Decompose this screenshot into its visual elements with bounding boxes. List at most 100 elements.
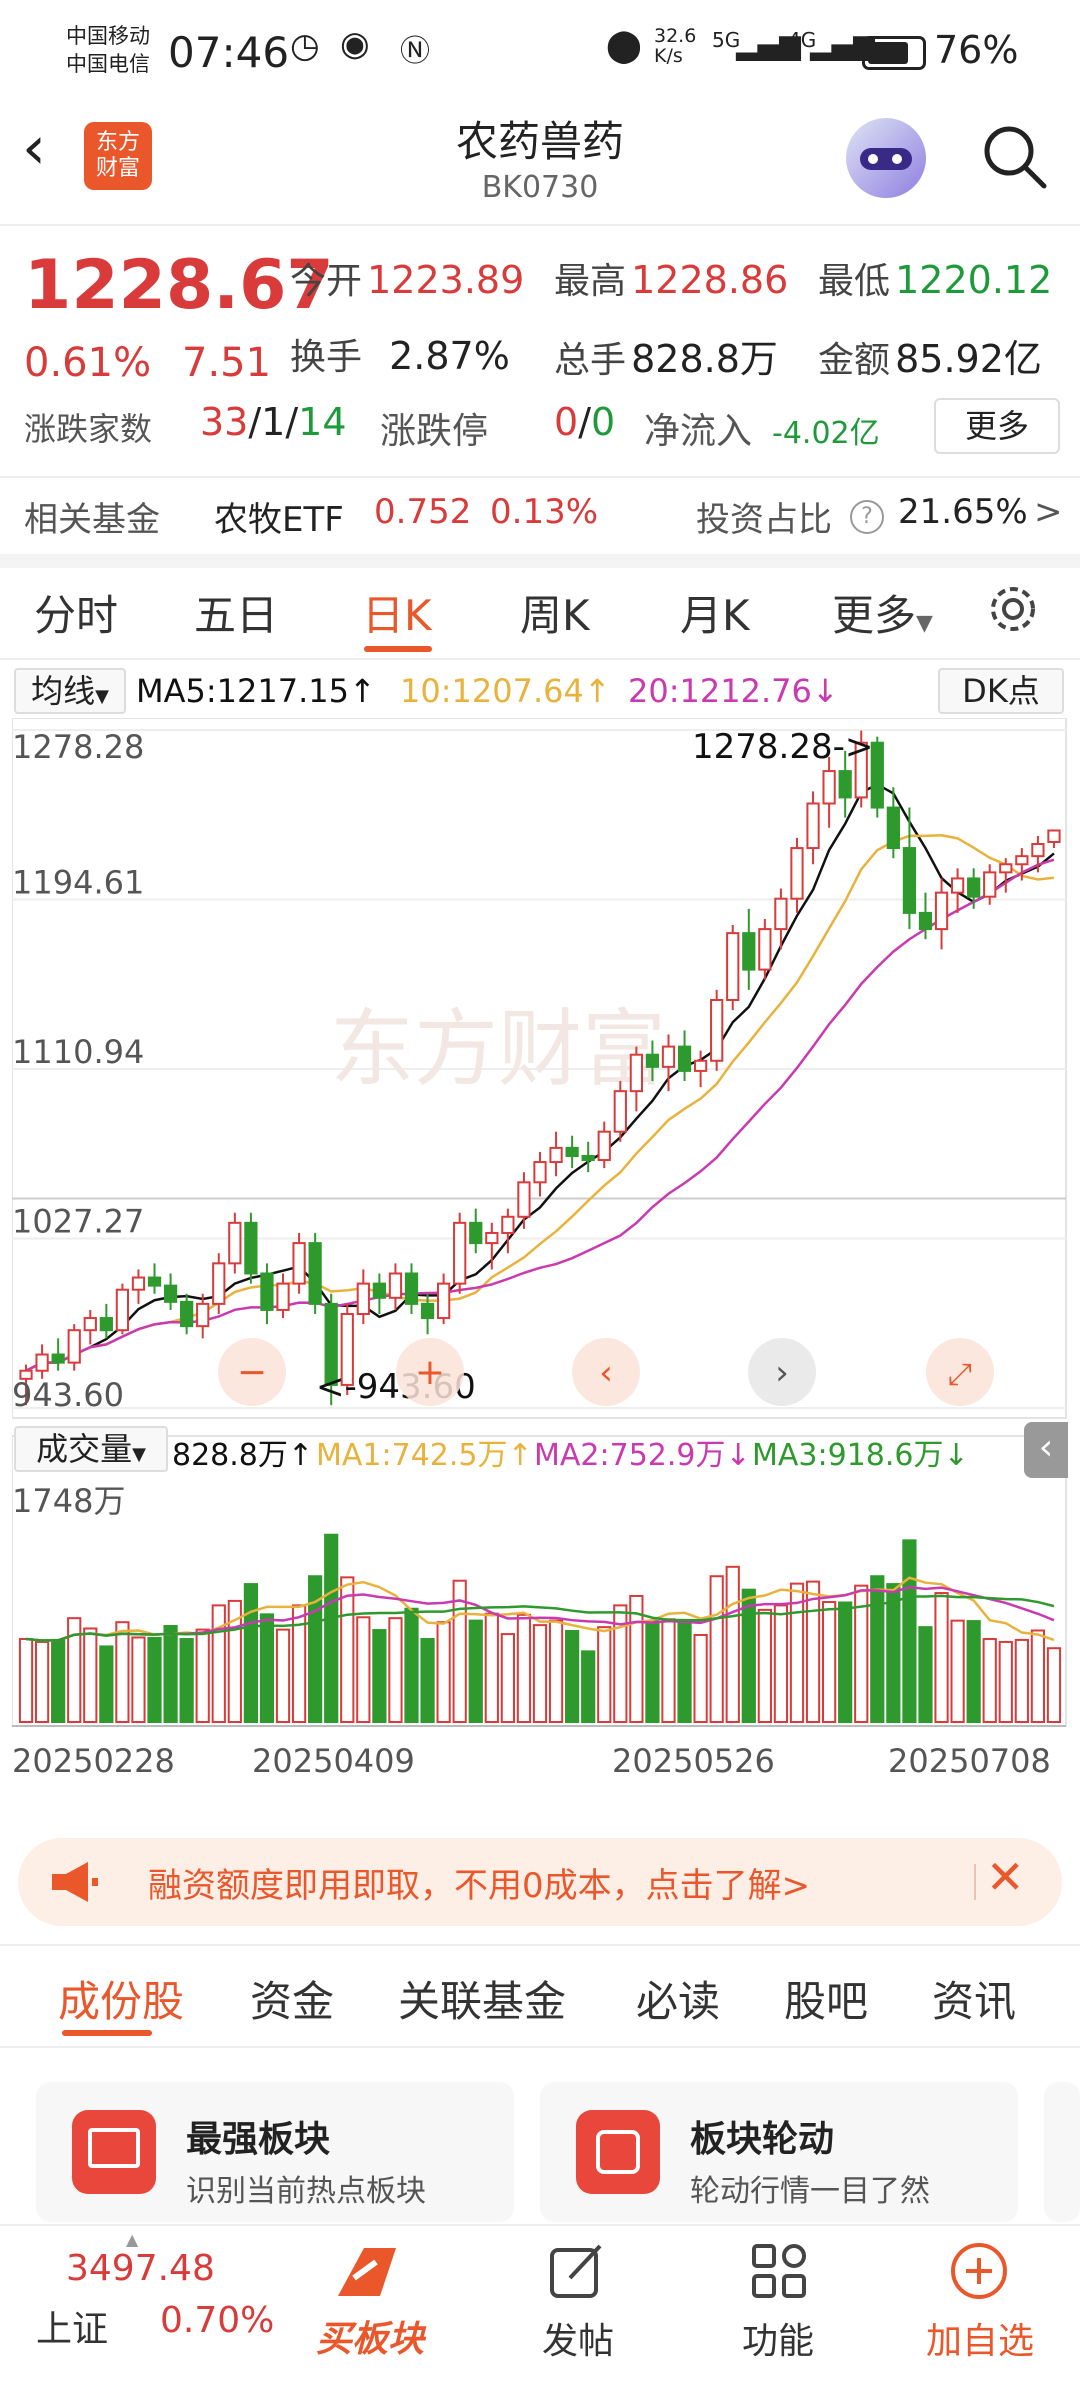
ma-selector[interactable]: 均线▼ bbox=[14, 668, 126, 714]
card-sub-rotation: 轮动行情一目了然 bbox=[690, 2174, 930, 2209]
candle bbox=[147, 1276, 162, 1287]
candle bbox=[83, 1317, 97, 1332]
functions-label[interactable]: 功能 bbox=[678, 2312, 878, 2364]
help-icon[interactable]: ? bbox=[850, 500, 884, 534]
promo-banner[interactable]: 融资额度即用即取，不用0成本，点击了解> ✕ bbox=[18, 1838, 1062, 1926]
volume-bar bbox=[934, 1592, 949, 1723]
breadth-down: 14 bbox=[298, 400, 347, 444]
next-card-peek[interactable] bbox=[1044, 2082, 1080, 2222]
sector-rotation-card[interactable]: 板块轮动 轮动行情一目了然 bbox=[540, 2082, 1018, 2222]
tab-intraday[interactable]: 分时 bbox=[34, 582, 118, 643]
tab-news[interactable]: 资讯 bbox=[932, 1968, 1016, 2029]
add-watchlist-icon[interactable] bbox=[948, 2240, 1010, 2302]
tab-funds-flow[interactable]: 资金 bbox=[250, 1968, 334, 2029]
eye-icon: ◉ bbox=[340, 24, 370, 64]
volume-bar bbox=[918, 1626, 933, 1723]
tab-five-day[interactable]: 五日 bbox=[194, 582, 278, 643]
volume-bar bbox=[340, 1576, 355, 1723]
amount-stat: 金额 85.92亿 bbox=[818, 328, 1042, 383]
buy-sector-label[interactable]: 买板块 bbox=[316, 2310, 424, 2362]
close-icon[interactable]: ✕ bbox=[986, 1850, 1025, 1904]
volume-bar bbox=[356, 1616, 371, 1724]
low-label: 最低 bbox=[818, 261, 891, 302]
candle bbox=[1015, 855, 1029, 866]
volume-bar bbox=[532, 1624, 548, 1723]
quote-divider bbox=[0, 476, 1080, 478]
watermark: 东方财富 bbox=[330, 1002, 666, 1096]
tab-constituents[interactable]: 成份股 bbox=[58, 1968, 184, 2029]
tab-more[interactable]: 更多▼ bbox=[832, 582, 933, 643]
volume-bar bbox=[468, 1619, 483, 1724]
volume-ma1: MA1:742.5万↑ bbox=[316, 1438, 533, 1473]
candle bbox=[163, 1284, 178, 1303]
dk-label: DK点 bbox=[962, 672, 1040, 710]
functions-grid-icon[interactable] bbox=[748, 2240, 810, 2302]
candle bbox=[420, 1302, 435, 1320]
volume-bar bbox=[757, 1608, 772, 1723]
volume-bar bbox=[998, 1640, 1013, 1723]
candle bbox=[581, 1154, 595, 1162]
open-stat: 今开 1223.89 bbox=[290, 252, 524, 304]
candle bbox=[726, 932, 740, 1002]
settings-gear-icon[interactable] bbox=[984, 580, 1042, 638]
tab-forum[interactable]: 股吧 bbox=[784, 1968, 868, 2029]
card-title-strongest: 最强板块 bbox=[186, 2119, 331, 2160]
tab-monthly-k[interactable]: 月K bbox=[680, 582, 750, 643]
candle bbox=[1047, 829, 1061, 843]
add-watchlist-label[interactable]: 加自选 bbox=[880, 2312, 1080, 2364]
sse-index-value[interactable]: 3497.48 bbox=[66, 2248, 215, 2289]
low-stat: 最低 1220.12 bbox=[818, 252, 1052, 304]
buy-sector-icon[interactable] bbox=[324, 2242, 404, 2302]
candle bbox=[485, 1231, 499, 1245]
volume-bar bbox=[870, 1575, 885, 1723]
candle bbox=[469, 1221, 483, 1245]
limit-down: 0 bbox=[591, 400, 616, 444]
invest-ratio-label: 投资占比 bbox=[696, 500, 832, 540]
invest-ratio-value: 21.65% bbox=[898, 492, 1028, 532]
search-icon[interactable] bbox=[978, 120, 1050, 192]
volume-bar bbox=[693, 1633, 708, 1724]
tab-must-read[interactable]: 必读 bbox=[636, 1968, 720, 2029]
tab-related-funds[interactable]: 关联基金 bbox=[398, 1968, 566, 2029]
back-icon[interactable]: ‹ bbox=[22, 118, 46, 178]
candle bbox=[51, 1353, 65, 1364]
page-title: 农药兽药 bbox=[455, 117, 624, 166]
tab-daily-k[interactable]: 日K bbox=[362, 582, 432, 643]
candle bbox=[629, 1053, 643, 1093]
candle bbox=[404, 1272, 419, 1305]
y-axis-label: 1110.94 bbox=[12, 1033, 144, 1071]
kline-chart[interactable]: 东方财富 1278.281194.611110.941027.27943.60 … bbox=[12, 718, 1068, 1810]
volume-bar bbox=[484, 1612, 499, 1723]
more-button[interactable]: 更多 bbox=[934, 398, 1060, 454]
candle bbox=[308, 1242, 322, 1305]
dk-point-button[interactable]: DK点 bbox=[938, 668, 1064, 714]
header-divider bbox=[0, 224, 1080, 226]
post-edit-icon[interactable] bbox=[546, 2240, 608, 2302]
volume-value: 828.8万 bbox=[631, 337, 778, 381]
ma20-value: 20:1212.76↓ bbox=[628, 672, 839, 710]
post-label[interactable]: 发帖 bbox=[478, 2312, 678, 2364]
max-annotation: 1278.28-> bbox=[692, 727, 873, 767]
battery-icon bbox=[862, 36, 926, 70]
fullscreen-symbol: ⤢ bbox=[948, 1357, 972, 1392]
chevron-right-icon[interactable]: > bbox=[1034, 492, 1063, 532]
strongest-sector-card[interactable]: 最强板块 识别当前热点板块 bbox=[36, 2082, 514, 2222]
volume-bar bbox=[950, 1619, 965, 1724]
volume-bar bbox=[420, 1638, 435, 1723]
volume-bar bbox=[163, 1625, 178, 1724]
breadth-label: 涨跌家数 bbox=[24, 410, 153, 448]
candle bbox=[228, 1221, 242, 1265]
candle bbox=[822, 770, 836, 805]
netflow-value: -4.02亿 bbox=[772, 416, 880, 451]
caret-down-icon: ▼ bbox=[916, 611, 933, 636]
change-percent: 0.61% bbox=[24, 340, 152, 386]
assistant-avatar[interactable] bbox=[846, 118, 926, 198]
high-label: 最高 bbox=[554, 261, 627, 302]
collapse-panel-icon[interactable]: ‹ bbox=[1024, 1422, 1068, 1478]
volume-selector[interactable]: 成交量▼ bbox=[14, 1426, 168, 1472]
content-tab-indicator bbox=[62, 2030, 152, 2036]
expand-up-icon[interactable]: ▲ bbox=[126, 2230, 138, 2249]
fund-name[interactable]: 农牧ETF bbox=[214, 492, 344, 541]
high-stat: 最高 1228.86 bbox=[554, 252, 788, 304]
tab-weekly-k[interactable]: 周K bbox=[520, 582, 590, 643]
